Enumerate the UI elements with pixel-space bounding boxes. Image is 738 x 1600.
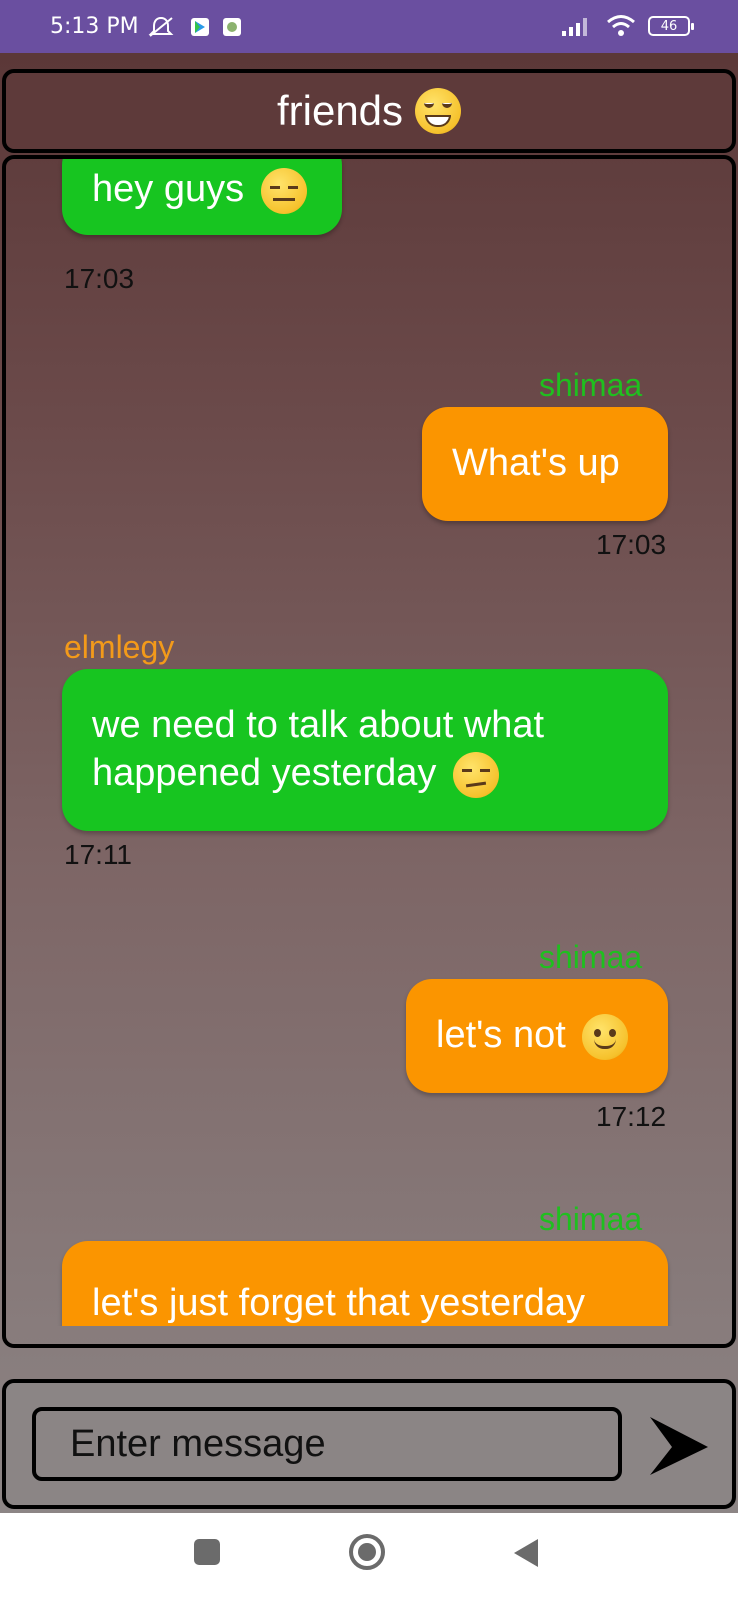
message-time: 17:03	[64, 263, 135, 294]
message-text: happened yesterday	[92, 752, 437, 794]
message-sender: shimaa	[539, 1201, 643, 1237]
message-bubble[interactable]: What's up	[422, 407, 668, 521]
message-sender: shimaa	[539, 939, 643, 975]
send-arrow-icon[interactable]	[646, 1413, 712, 1477]
grinning-emoji-icon	[415, 88, 462, 134]
chat-header: friends	[2, 69, 736, 153]
message-sender: elmlegy	[64, 629, 175, 665]
app-icon-2	[223, 18, 241, 36]
app-icon-1	[191, 18, 209, 36]
message-time: 17:11	[64, 839, 132, 870]
unamused-emoji-icon	[452, 751, 499, 798]
recents-square-icon[interactable]	[192, 1537, 222, 1567]
message-text-line-2: happened yesterday	[92, 749, 638, 798]
mute-icon	[148, 16, 174, 37]
battery-level: 46	[660, 18, 678, 34]
battery-icon: 46	[648, 16, 694, 36]
chat-screen: friends hey guys 17:03 shimaa What's up …	[0, 53, 738, 1513]
message-time: 17:12	[596, 1101, 667, 1132]
message-bubble[interactable]: we need to talk about what happened yest…	[62, 669, 668, 831]
message-list[interactable]: hey guys 17:03 shimaa What's up 17:03 el…	[2, 155, 736, 1348]
signal-icon	[562, 18, 587, 36]
message-text: hey guys	[92, 168, 245, 210]
message-input[interactable]	[32, 1407, 622, 1481]
composer-bar	[2, 1379, 736, 1509]
message-time: 17:03	[596, 529, 667, 560]
message-bubble[interactable]: let's not	[406, 979, 668, 1093]
back-triangle-icon[interactable]	[512, 1537, 542, 1569]
status-bar: 5:13 PM 46	[0, 0, 738, 53]
message-text-line: we need to talk about what	[92, 704, 545, 746]
slight-smile-emoji-icon	[582, 1013, 629, 1060]
home-circle-icon[interactable]	[348, 1533, 386, 1571]
message-text: let's not	[436, 1014, 566, 1056]
status-time: 5:13 PM	[50, 14, 139, 39]
wifi-icon	[607, 15, 635, 36]
chat-title: friends	[276, 87, 404, 134]
message-bubble[interactable]: hey guys	[62, 159, 342, 235]
message-text: let's just forget that yesterday	[92, 1282, 586, 1324]
expressionless-emoji-icon	[260, 167, 307, 214]
message-sender: shimaa	[539, 367, 643, 403]
system-nav-bar	[0, 1513, 738, 1600]
message-bubble[interactable]: let's just forget that yesterday	[62, 1241, 668, 1326]
status-right: 46	[560, 14, 694, 38]
message-text: What's up	[452, 442, 620, 484]
